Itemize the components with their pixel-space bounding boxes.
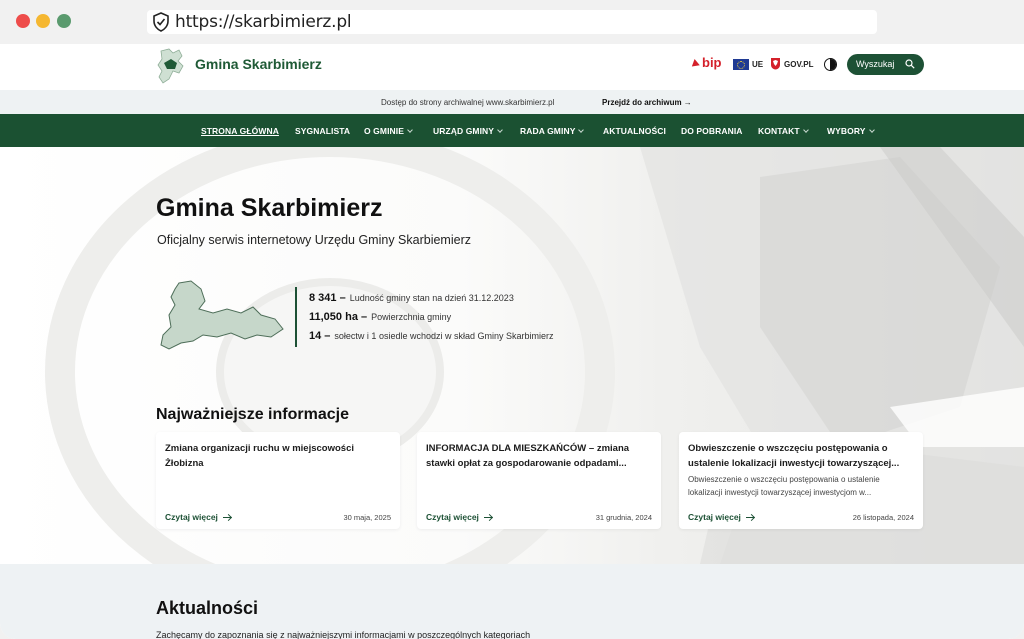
address-url[interactable]: https://skarbimierz.pl — [175, 11, 352, 33]
nav-item-rada-gminy[interactable]: RADA GMINY — [520, 126, 585, 136]
read-more-label: Czytaj więcej — [165, 512, 218, 522]
stat-label: Ludność gminy stan na dzień 31.12.2023 — [349, 293, 514, 303]
eu-flag-icon[interactable] — [733, 59, 749, 70]
nav-item-label: KONTAKT — [758, 126, 800, 136]
shield-check-icon — [153, 12, 169, 32]
important-info-title: Najważniejsze informacje — [156, 406, 349, 423]
nav-item-aktualnosci[interactable]: AKTUALNOŚCI — [603, 126, 666, 136]
card-title[interactable]: Zmiana organizacji ruchu w miejscowości … — [165, 441, 391, 471]
bip-label: bip — [702, 55, 722, 70]
read-more-link[interactable]: Czytaj więcej — [165, 512, 231, 522]
stat-population: 8 341 – Ludność gminy stan na dzień 31.12… — [309, 292, 514, 304]
card-date: 31 grudnia, 2024 — [595, 513, 652, 522]
stat-value: 8 341 – — [309, 292, 346, 304]
bip-arrow-icon — [691, 58, 702, 69]
site-header: Gmina Skarbimierz bip UE GOV.PL Wyszukaj — [0, 44, 1024, 90]
news-title: Aktualności — [156, 598, 259, 618]
bip-link[interactable]: bip — [691, 55, 722, 70]
archive-bar: Dostęp do strony archiwalnej www.skarbim… — [0, 90, 1024, 114]
arrow-right-icon — [483, 517, 492, 519]
stats-divider — [295, 287, 297, 347]
minimize-window-button[interactable] — [36, 14, 50, 28]
main-navigation: STRONA GŁÓWNA SYGNALISTA O GMINIE URZĄD … — [0, 114, 1024, 147]
read-more-link[interactable]: Czytaj więcej — [426, 512, 492, 522]
nav-item-kontakt[interactable]: KONTAKT — [758, 126, 809, 136]
web-page: Gmina Skarbimierz bip UE GOV.PL Wyszukaj… — [0, 44, 1024, 639]
nav-item-sygnalista[interactable]: SYGNALISTA — [295, 126, 350, 136]
archive-text: Dostęp do strony archiwalnej www.skarbim… — [381, 98, 555, 107]
stat-value: 11,050 ha – — [309, 311, 368, 323]
nav-item-label: RADA GMINY — [520, 126, 576, 136]
card-title[interactable]: INFORMACJA DLA MIESZKAŃCÓW – zmiana staw… — [426, 441, 652, 471]
stat-value: 14 – — [309, 330, 331, 342]
search-button[interactable]: Wyszukaj — [847, 54, 924, 75]
municipality-map-icon — [160, 280, 284, 350]
browser-chrome: https://skarbimierz.pl — [0, 0, 1024, 44]
hero-section: Gmina Skarbimierz Oficjalny serwis inter… — [0, 147, 1024, 564]
polish-eagle-icon[interactable] — [770, 57, 781, 70]
card-date: 30 maja, 2025 — [343, 513, 391, 522]
arrow-right-icon — [222, 517, 231, 519]
stat-label: Powierzchnia gminy — [371, 312, 452, 322]
nav-item-do-pobrania[interactable]: DO POBRANIA — [681, 126, 743, 136]
read-more-link[interactable]: Czytaj więcej — [688, 512, 754, 522]
info-card[interactable]: INFORMACJA DLA MIESZKAŃCÓW – zmiana staw… — [417, 432, 661, 529]
nav-item-label: URZĄD GMINY — [433, 126, 495, 136]
card-date: 26 listopada, 2024 — [852, 513, 914, 522]
news-subtitle: Zachęcamy do zapoznania się z najważniej… — [156, 630, 531, 639]
arrow-right-icon — [745, 517, 754, 519]
eu-label[interactable]: UE — [752, 60, 763, 69]
news-section: Aktualności Zachęcamy do zapoznania się … — [0, 564, 1024, 639]
site-name[interactable]: Gmina Skarbimierz — [195, 56, 322, 72]
chevron-down-icon — [868, 127, 875, 133]
stat-area: 11,050 ha – Powierzchnia gminy — [309, 311, 451, 323]
read-more-label: Czytaj więcej — [426, 512, 479, 522]
nav-item-label: WYBORY — [827, 126, 866, 136]
search-button-label: Wyszukaj — [856, 59, 895, 69]
chevron-down-icon — [407, 127, 413, 133]
browser-window: https://skarbimierz.pl Gmina Skarbimierz… — [0, 0, 1024, 639]
contrast-toggle-icon[interactable] — [824, 58, 837, 71]
nav-item-o-gminie[interactable]: O GMINIE — [364, 126, 413, 136]
close-window-button[interactable] — [16, 14, 30, 28]
stat-villages: 14 – sołectw i 1 osiedle wchodzi w skład … — [309, 330, 554, 342]
address-bar[interactable]: https://skarbimierz.pl — [147, 10, 877, 34]
gmina-logo-icon[interactable] — [155, 47, 189, 85]
chevron-down-icon — [802, 127, 809, 133]
gov-pl-link[interactable]: GOV.PL — [784, 60, 814, 69]
chevron-down-icon — [497, 127, 503, 133]
info-card[interactable]: Obwieszczenie o wszczęciu postępowania o… — [679, 432, 923, 529]
hero-subtitle: Oficjalny serwis internetowy Urzędu Gmin… — [157, 233, 471, 247]
search-icon — [905, 59, 915, 69]
info-card[interactable]: Zmiana organizacji ruchu w miejscowości … — [156, 432, 400, 529]
nav-item-label: O GMINIE — [364, 126, 404, 136]
hero-title: Gmina Skarbimierz — [156, 194, 383, 222]
chevron-down-icon — [578, 127, 585, 133]
nav-item-wybory[interactable]: WYBORY — [827, 126, 875, 136]
nav-item-urzad-gminy[interactable]: URZĄD GMINY — [433, 126, 503, 136]
card-description: Obwieszczenie o wszczęciu postępowania o… — [688, 475, 880, 497]
read-more-label: Czytaj więcej — [688, 512, 741, 522]
nav-item-strona-glowna[interactable]: STRONA GŁÓWNA — [201, 126, 279, 136]
archive-link[interactable]: Przejdź do archiwum → — [602, 98, 692, 107]
card-title[interactable]: Obwieszczenie o wszczęciu postępowania o… — [688, 441, 914, 471]
stat-label: sołectw i 1 osiedle wchodzi w skład Gmin… — [334, 331, 554, 341]
maximize-window-button[interactable] — [57, 14, 71, 28]
